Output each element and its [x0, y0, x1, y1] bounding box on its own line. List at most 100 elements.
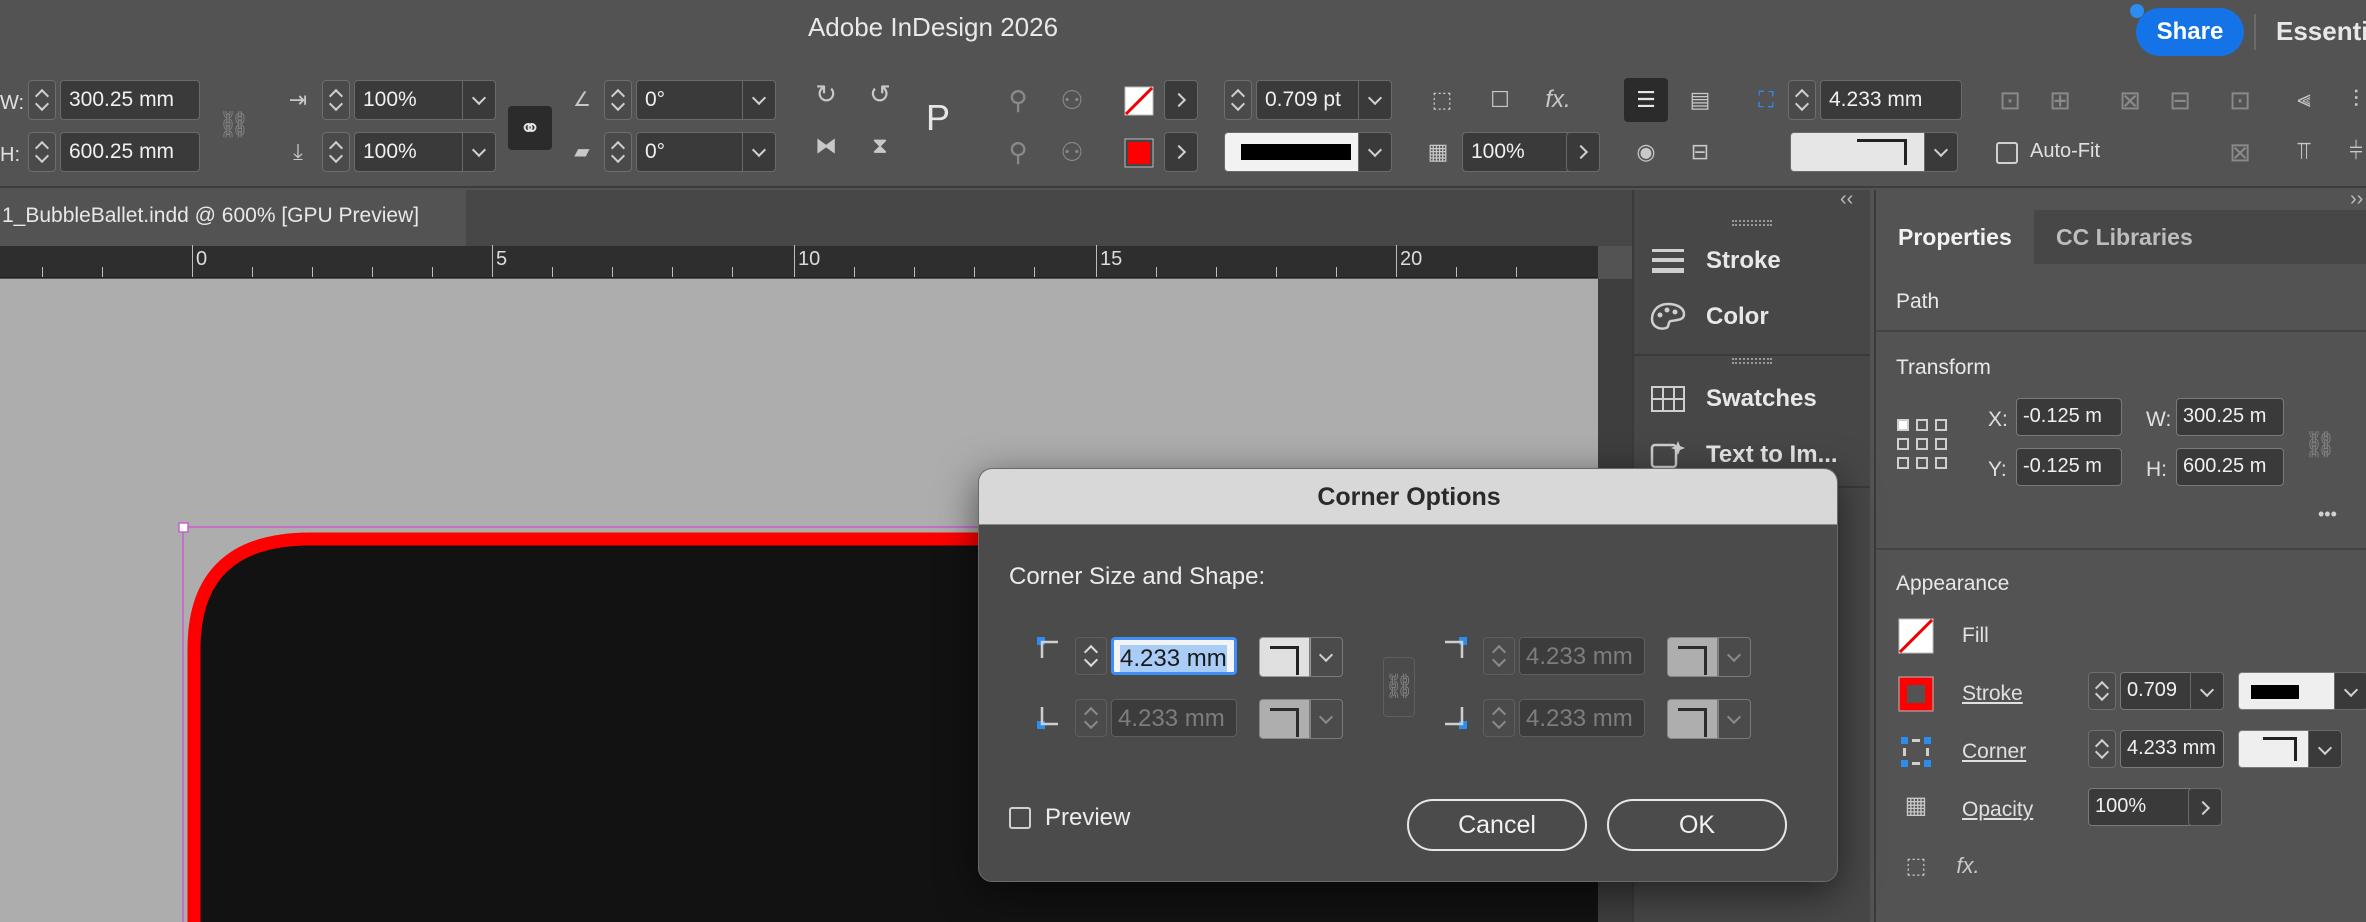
stroke-type-dropdown[interactable]	[2334, 672, 2366, 710]
document-tab[interactable]: 1_BubbleBallet.indd @ 600% [GPU Preview]	[0, 190, 466, 246]
align-vertical-centers-icon[interactable]: ⫩	[2336, 132, 2366, 172]
scale-x-field[interactable]: 100%	[354, 80, 464, 120]
x-field[interactable]: -0.125 m	[2016, 398, 2122, 436]
corner-icon[interactable]	[1898, 734, 1934, 770]
shear-dropdown[interactable]	[742, 132, 776, 172]
stroke-type-field[interactable]	[2238, 672, 2336, 710]
rotate-stepper[interactable]	[604, 80, 632, 120]
corner-size-stepper[interactable]	[1788, 80, 1816, 120]
frame-fitting-options-icon[interactable]: ⊠	[2220, 132, 2260, 172]
flip-horizontal-icon[interactable]: ⧓	[806, 126, 846, 166]
bottom-left-size-stepper[interactable]	[1075, 699, 1107, 737]
corner-shape-dropdown[interactable]	[2308, 730, 2342, 768]
ok-button[interactable]: OK	[1607, 799, 1787, 851]
effects-fx-icon[interactable]: fx.	[1948, 846, 1988, 886]
constrain-proportions-icon[interactable]: ⛓	[2300, 424, 2340, 464]
corner-link[interactable]: Corner	[1962, 740, 2026, 764]
dock-item-stroke[interactable]: Stroke	[1650, 236, 1870, 286]
preview-checkbox[interactable]	[1009, 807, 1031, 829]
fill-frame-proportionally-icon[interactable]: ⊠	[2110, 80, 2150, 120]
reference-point-p-icon[interactable]: P	[918, 98, 958, 138]
rotate-counterclockwise-icon[interactable]: ↺	[860, 74, 900, 114]
y-field[interactable]: -0.125 m	[2016, 448, 2122, 486]
constrain-proportions-icon[interactable]: ⛓	[214, 104, 254, 144]
stroke-weight-stepper[interactable]	[1224, 80, 1252, 120]
dock-item-color[interactable]: Color	[1650, 292, 1870, 342]
bottom-right-size-field[interactable]: 4.233 mm	[1519, 699, 1645, 737]
text-wrap-bounding-icon[interactable]: ▤	[1680, 80, 1720, 120]
top-right-size-field[interactable]: 4.233 mm	[1519, 637, 1645, 675]
fill-menu-button[interactable]	[1164, 80, 1198, 120]
h-field[interactable]: 600.25 m	[2176, 448, 2284, 486]
select-next-icon[interactable]: ⚇	[1052, 132, 1092, 172]
fill-none-swatch-icon[interactable]	[1898, 618, 1934, 654]
fit-frame-icon[interactable]: ⊡	[1990, 80, 2030, 120]
stroke-weight-dropdown[interactable]	[1358, 80, 1392, 120]
height-stepper[interactable]	[28, 132, 56, 172]
opacity-menu-button[interactable]	[2188, 788, 2222, 826]
bottom-left-size-field[interactable]: 4.233 mm	[1111, 699, 1237, 737]
align-left-edges-icon[interactable]: ⫷	[2284, 80, 2324, 120]
corner-size-field[interactable]: 4.233 mm	[2120, 730, 2224, 768]
fit-content-icon[interactable]: ⊞	[2040, 80, 2080, 120]
stroke-weight-field[interactable]: 0.709 pt	[1256, 80, 1360, 120]
bottom-left-shape-dropdown[interactable]	[1309, 699, 1343, 739]
stroke-weight-dropdown[interactable]	[2190, 672, 2224, 710]
content-fitting-icon[interactable]: ⬚	[1896, 846, 1936, 886]
text-wrap-shape-icon[interactable]: ◉	[1626, 132, 1666, 172]
dock-item-swatches[interactable]: Swatches	[1650, 374, 1870, 424]
rotate-field[interactable]: 0°	[636, 80, 746, 120]
text-wrap-jump-icon[interactable]: ⊟	[1680, 132, 1720, 172]
scale-y-field[interactable]: 100%	[354, 132, 464, 172]
more-options-icon[interactable]: •••	[2318, 504, 2337, 525]
corner-shape-dropdown[interactable]	[1924, 132, 1958, 172]
stroke-weight-stepper[interactable]	[2088, 672, 2116, 710]
panel-grip-icon[interactable]	[1732, 358, 1772, 364]
auto-fit-checkbox[interactable]	[1996, 142, 2018, 164]
corner-size-stepper[interactable]	[2088, 730, 2116, 768]
w-field[interactable]: 300.25 m	[2176, 398, 2284, 436]
fit-content-proportionally-icon[interactable]: ⊟	[2160, 80, 2200, 120]
rotate-dropdown[interactable]	[742, 80, 776, 120]
corner-size-field[interactable]: 4.233 mm	[1820, 80, 1962, 120]
width-field[interactable]: 300.25 mm	[60, 80, 200, 120]
effects-fx-icon[interactable]: fx.	[1538, 80, 1578, 120]
top-left-shape-dropdown[interactable]	[1309, 637, 1343, 677]
align-top-edges-icon[interactable]: ⫪	[2284, 132, 2324, 172]
scale-x-stepper[interactable]	[322, 80, 350, 120]
reference-point-grid-icon[interactable]	[1896, 418, 1948, 470]
workspace-switcher[interactable]: Essentials	[2276, 16, 2366, 47]
stroke-swatch-icon[interactable]	[1898, 676, 1934, 712]
scale-x-dropdown[interactable]	[462, 80, 496, 120]
top-right-size-stepper[interactable]	[1483, 637, 1515, 675]
stroke-type-field[interactable]	[1224, 132, 1360, 172]
shear-stepper[interactable]	[604, 132, 632, 172]
bottom-left-shape-preview[interactable]	[1259, 699, 1311, 739]
align-horizontal-centers-icon[interactable]: ⫶	[2336, 80, 2366, 120]
top-left-size-field[interactable]: 4.233 mm	[1111, 637, 1237, 675]
opacity-field[interactable]: 100%	[2088, 788, 2190, 826]
stroke-menu-button[interactable]	[1164, 132, 1198, 172]
scale-y-stepper[interactable]	[322, 132, 350, 172]
center-content-icon[interactable]: ⊡	[2220, 80, 2260, 120]
height-field[interactable]: 600.25 mm	[60, 132, 200, 172]
content-fitting-icon[interactable]: ⬚	[1422, 80, 1462, 120]
corner-shape-field[interactable]	[2238, 730, 2310, 768]
panel-grip-icon[interactable]	[1732, 220, 1772, 226]
drop-shadow-icon[interactable]: ☐	[1480, 80, 1520, 120]
link-corners-icon[interactable]: ⛓	[1383, 657, 1415, 717]
corner-shape-field[interactable]	[1790, 132, 1926, 172]
opacity-menu-button[interactable]	[1566, 132, 1600, 172]
top-left-size-stepper[interactable]	[1075, 637, 1107, 675]
width-stepper[interactable]	[28, 80, 56, 120]
top-right-shape-preview[interactable]	[1667, 637, 1719, 677]
top-right-shape-dropdown[interactable]	[1717, 637, 1751, 677]
cancel-button[interactable]: Cancel	[1407, 799, 1587, 851]
tab-properties[interactable]: Properties	[1876, 210, 2034, 264]
select-container-icon[interactable]: ⚲	[998, 80, 1038, 120]
collapse-dock-icon[interactable]: ‹‹	[1840, 188, 1853, 211]
horizontal-ruler[interactable]: 0 5 10 15 20	[0, 245, 1598, 278]
share-button[interactable]: Share	[2136, 8, 2244, 56]
stroke-type-dropdown[interactable]	[1358, 132, 1392, 172]
shear-field[interactable]: 0°	[636, 132, 746, 172]
